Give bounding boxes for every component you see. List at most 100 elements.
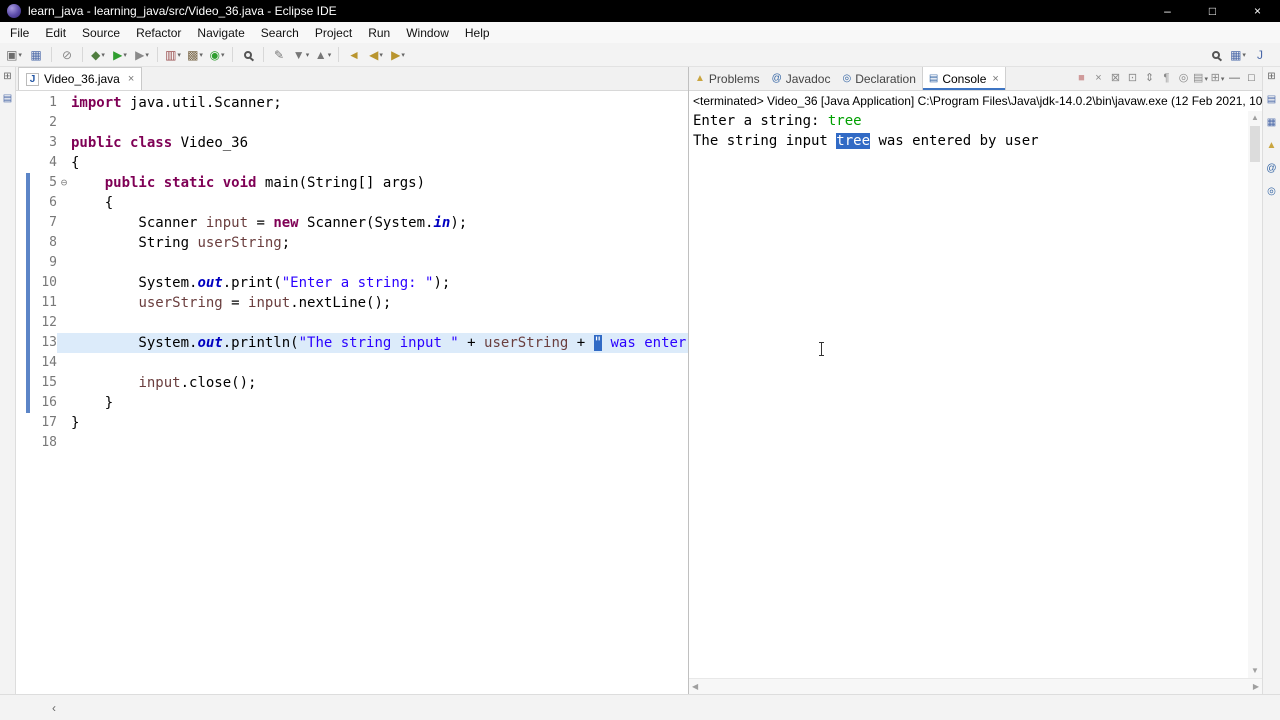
outline-view-shortcut-icon[interactable]: ▤ — [1265, 93, 1279, 107]
next-annotation-icon[interactable]: ▼ ▾ — [291, 45, 311, 65]
package-explorer-shortcut-icon[interactable]: ▤ — [1, 92, 15, 106]
dropdown-arrow-icon: ▾ — [220, 51, 225, 59]
editor-body[interactable]: 1 import java.util.Scanner; 2 3 public class… — [16, 91, 688, 694]
tab-console[interactable]: ▤ Console × — [921, 67, 1006, 90]
menu-edit[interactable]: Edit — [37, 26, 74, 40]
scrollbar-thumb[interactable] — [1250, 126, 1260, 162]
terminate-icon[interactable]: ■ — [1073, 70, 1090, 88]
back-history-icon[interactable]: ◀ ▾ — [366, 45, 386, 65]
menu-run[interactable]: Run — [360, 26, 398, 40]
new-wizard-icon[interactable]: ▣ ▾ — [4, 45, 24, 65]
java-perspective-icon[interactable]: J — [1250, 45, 1270, 65]
mark-occurrences-icon[interactable]: ✎ — [269, 45, 289, 65]
code-line[interactable]: 13 System.out.println("The string input … — [16, 333, 688, 353]
console-body[interactable]: Enter a string: tree The string input tre… — [689, 111, 1262, 678]
dropdown-arrow-icon: ▾ — [18, 51, 22, 59]
code-line[interactable]: 10 System.out.print("Enter a string: "); — [16, 273, 688, 293]
annotation-ruler-cell — [16, 93, 26, 113]
run-icon[interactable]: ▶ ▾ — [110, 45, 130, 65]
open-search-icon[interactable] — [238, 45, 258, 65]
scroll-up-icon[interactable]: ▲ — [1251, 111, 1259, 125]
code-line[interactable]: 14 — [16, 353, 688, 373]
close-tab-icon[interactable]: × — [128, 73, 134, 85]
editor-scroll-back-icon[interactable]: ‹ — [52, 701, 56, 715]
code-line[interactable]: 5 ⊖ public static void main(String[] args… — [16, 173, 688, 193]
code-line[interactable]: 2 — [16, 113, 688, 133]
javadoc-view-shortcut-icon[interactable]: @ — [1265, 162, 1279, 176]
menu-file[interactable]: File — [2, 26, 37, 40]
tab-declaration[interactable]: ◎ Declaration — [836, 67, 921, 90]
code-text: import java.util.Scanner; — [71, 95, 282, 111]
remove-launch-icon[interactable]: × — [1090, 70, 1107, 88]
code-line[interactable]: 3 public class Video_36 — [16, 133, 688, 153]
run-external-tools-icon[interactable]: ▶ ▾ — [132, 45, 152, 65]
code-line[interactable]: 1 import java.util.Scanner; — [16, 93, 688, 113]
range-indicator — [26, 93, 30, 113]
search-icon[interactable] — [1206, 45, 1226, 65]
menu-source[interactable]: Source — [74, 26, 128, 40]
display-selected-console-icon[interactable]: ▤ ▾ — [1192, 70, 1209, 88]
console-vertical-scrollbar[interactable]: ▲ ▼ — [1248, 111, 1262, 678]
range-indicator — [26, 193, 30, 213]
new-java-class-icon[interactable]: ◉ ▾ — [207, 45, 227, 65]
code-line[interactable]: 16 } — [16, 393, 688, 413]
scroll-left-icon[interactable]: ◀ — [692, 680, 698, 694]
restore-left-views-icon[interactable]: ⊞ — [1, 70, 15, 84]
dropdown-arrow-icon: ▾ — [1220, 75, 1225, 83]
code-line[interactable]: 17} — [16, 413, 688, 433]
clear-console-icon[interactable]: ⊡ — [1124, 70, 1141, 88]
task-list-view-shortcut-icon[interactable]: ▦ — [1265, 116, 1279, 130]
maximize-window-button[interactable]: □ — [1190, 0, 1235, 22]
code-text: } — [71, 395, 114, 411]
code-line[interactable]: 9 — [16, 253, 688, 273]
code-line[interactable]: 12 — [16, 313, 688, 333]
close-view-icon[interactable]: × — [992, 73, 998, 85]
remove-all-launches-icon[interactable]: ⊠ — [1107, 70, 1124, 88]
tab-video-36-java[interactable]: J Video_36.java × — [18, 67, 143, 90]
last-edit-location-icon[interactable]: ◄ — [344, 45, 364, 65]
minimize-view-icon[interactable]: — — [1226, 70, 1243, 88]
code-line[interactable]: 4{ — [16, 153, 688, 173]
forward-history-icon[interactable]: ▶ ▾ — [388, 45, 408, 65]
dropdown-arrow-icon: ▾ — [379, 51, 383, 59]
menu-help[interactable]: Help — [457, 26, 498, 40]
menu-window[interactable]: Window — [398, 26, 457, 40]
minimize-window-button[interactable]: – — [1145, 0, 1190, 22]
tab-javadoc[interactable]: @ Javadoc — [766, 67, 837, 90]
previous-annotation-icon[interactable]: ▲ ▾ — [313, 45, 333, 65]
declaration-view-shortcut-icon[interactable]: ◎ — [1265, 185, 1279, 199]
code-line[interactable]: 18 — [16, 433, 688, 453]
new-java-project-icon[interactable]: ▩ ▾ — [185, 45, 205, 65]
problems-view-shortcut-icon[interactable]: ▲ — [1265, 139, 1279, 153]
fold-marker — [57, 213, 71, 233]
word-wrap-icon[interactable]: ¶ — [1158, 70, 1175, 88]
maximize-view-icon[interactable]: □ — [1243, 70, 1260, 88]
range-indicator — [26, 153, 30, 173]
code-line[interactable]: 7 Scanner input = new Scanner(System.in)… — [16, 213, 688, 233]
restore-right-views-icon[interactable]: ⊞ — [1265, 70, 1279, 84]
close-window-button[interactable]: × — [1235, 0, 1280, 22]
code-line[interactable]: 8 String userString; — [16, 233, 688, 253]
menu-navigate[interactable]: Navigate — [189, 26, 252, 40]
menu-refactor[interactable]: Refactor — [128, 26, 189, 40]
code-line[interactable]: 6 { — [16, 193, 688, 213]
range-indicator — [26, 273, 30, 293]
code-line[interactable]: 11 userString = input.nextLine(); — [16, 293, 688, 313]
menu-project[interactable]: Project — [307, 26, 360, 40]
scroll-lock-icon[interactable]: ⇕ — [1141, 70, 1158, 88]
scroll-right-icon[interactable]: ▶ — [1253, 680, 1259, 694]
save-icon[interactable]: ▦ — [26, 45, 46, 65]
tab-problems[interactable]: ▲ Problems — [689, 67, 766, 90]
console-horizontal-scrollbar[interactable]: ◀ ▶ — [689, 678, 1262, 694]
debug-icon[interactable]: ◆ ▾ — [88, 45, 108, 65]
pin-console-icon[interactable]: ◎ — [1175, 70, 1192, 88]
fold-marker — [57, 253, 71, 273]
code-line[interactable]: 15 input.close(); — [16, 373, 688, 393]
open-console-icon[interactable]: ⊞ ▾ — [1209, 70, 1226, 88]
fold-marker[interactable]: ⊖ — [57, 173, 71, 193]
menu-search[interactable]: Search — [253, 26, 307, 40]
coverage-icon[interactable]: ▥ ▾ — [163, 45, 183, 65]
skip-all-breakpoints-icon[interactable]: ⊘ — [57, 45, 77, 65]
scroll-down-icon[interactable]: ▼ — [1251, 664, 1259, 678]
open-perspective-icon[interactable]: ▦ ▾ — [1228, 45, 1248, 65]
